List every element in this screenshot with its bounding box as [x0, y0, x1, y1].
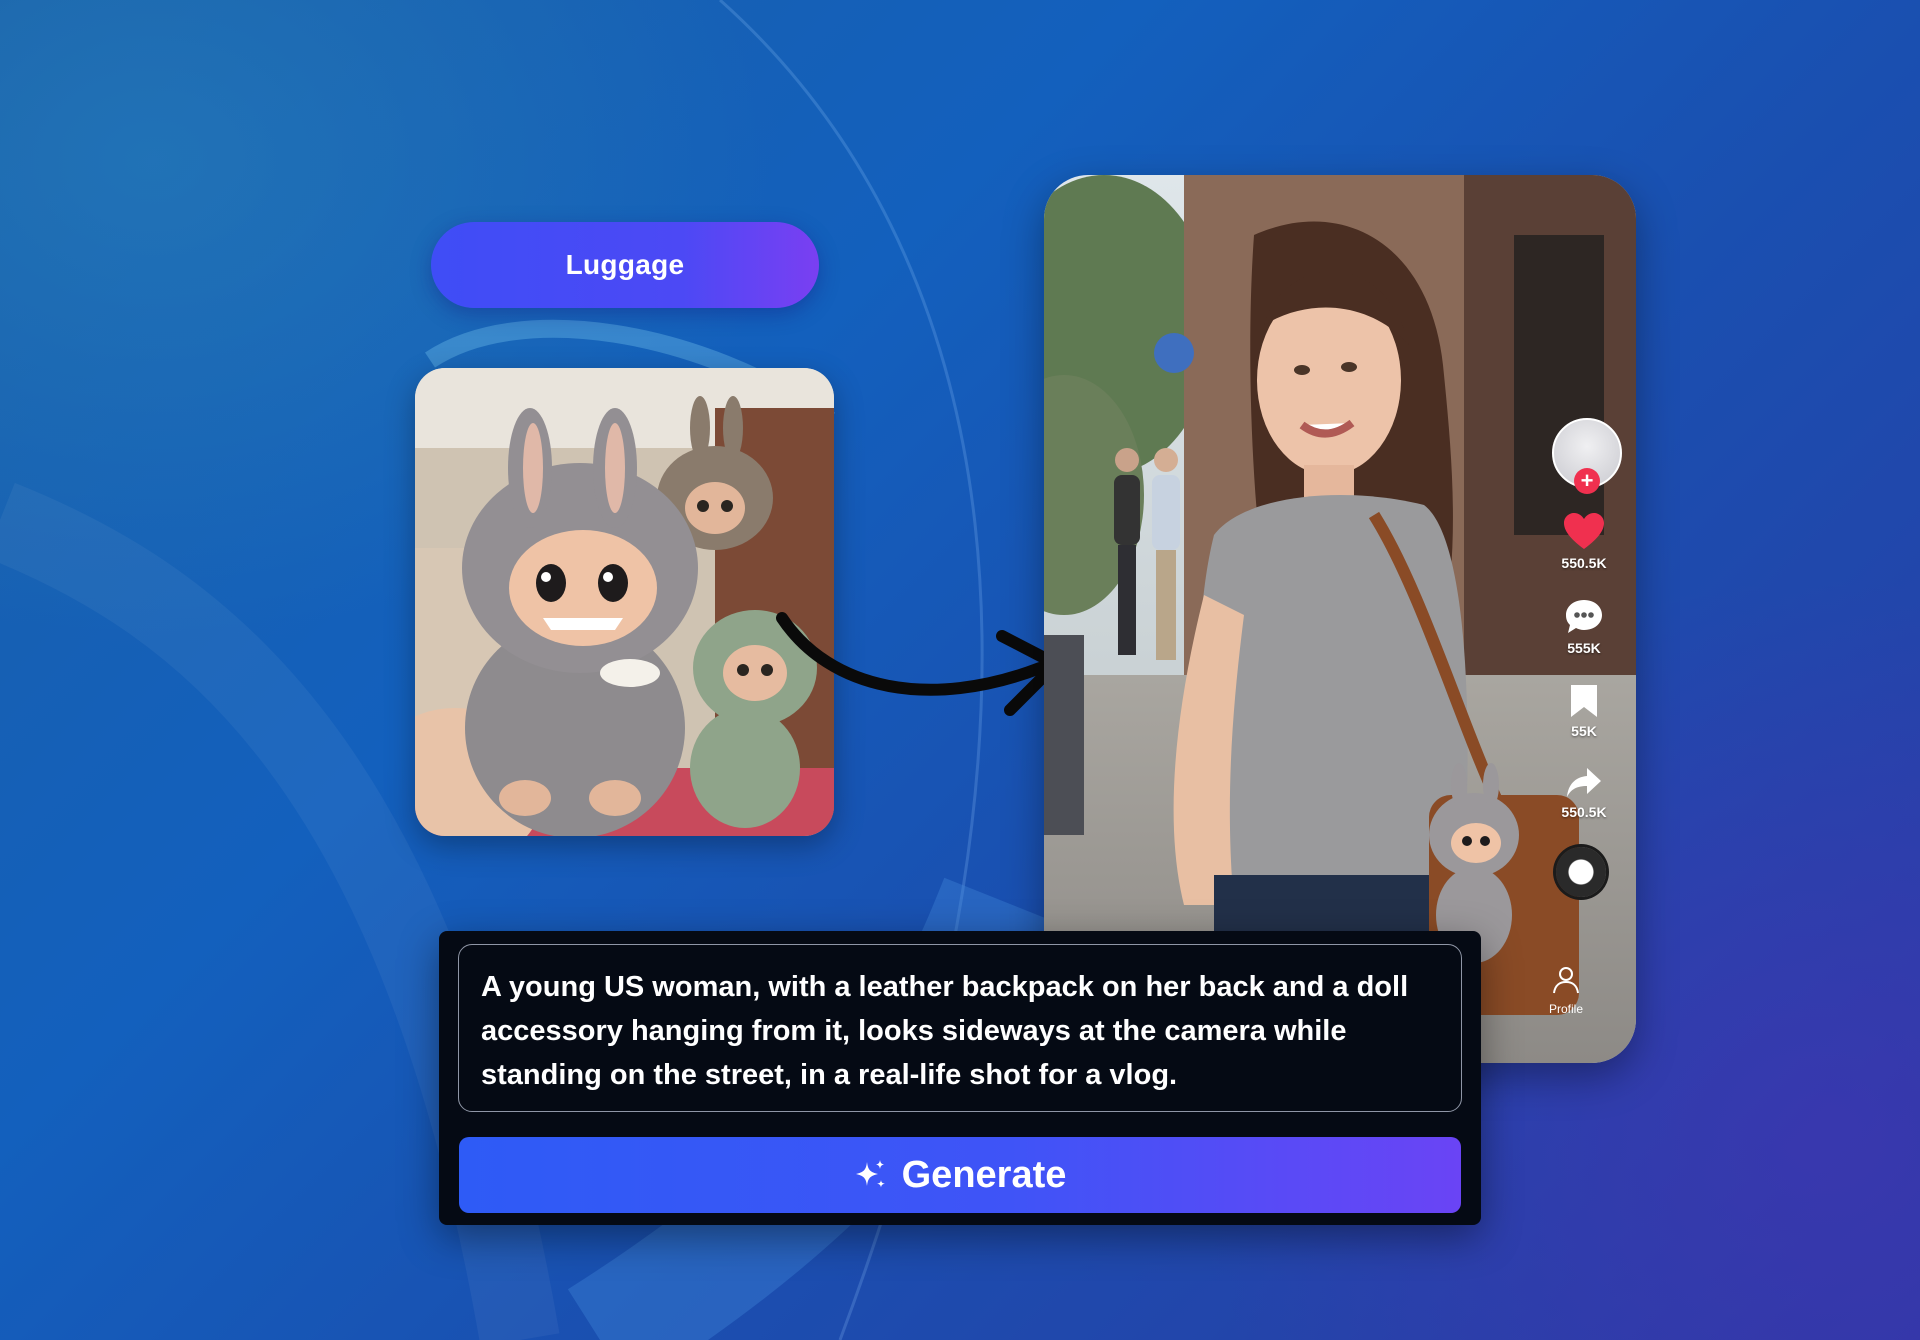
- sparkle-icon: [855, 1160, 885, 1188]
- profile-tab[interactable]: Profile: [1536, 965, 1596, 1016]
- profile-label: Profile: [1548, 1002, 1583, 1016]
- prompt-text: A young US woman, with a leather backpac…: [481, 971, 1409, 1091]
- bookmark-icon: [1571, 685, 1597, 717]
- follow-plus-icon[interactable]: +: [1574, 468, 1600, 494]
- generate-button[interactable]: Generate: [459, 1137, 1461, 1213]
- heart-icon: [1564, 513, 1604, 549]
- category-label: Luggage: [565, 249, 685, 280]
- profile-person-icon: [1553, 967, 1579, 994]
- bookmark-button[interactable]: 55K: [1544, 683, 1624, 739]
- generated-video-phone: + 550.5K 555K 55K 550.5K Profile: [1044, 175, 1636, 1063]
- like-count: 550.5K: [1561, 555, 1607, 571]
- like-button[interactable]: 550.5K: [1544, 513, 1624, 571]
- prompt-textarea[interactable]: A young US woman, with a leather backpac…: [458, 944, 1462, 1112]
- share-arrow-icon: [1567, 768, 1601, 797]
- category-pill[interactable]: Luggage: [431, 222, 819, 308]
- music-disc-icon[interactable]: [1556, 847, 1606, 897]
- share-button[interactable]: 550.5K: [1544, 766, 1624, 820]
- share-count: 550.5K: [1561, 804, 1607, 820]
- transform-arrow-icon: [776, 612, 1062, 716]
- creator-avatar-button[interactable]: +: [1552, 418, 1622, 500]
- prompt-panel: A young US woman, with a leather backpac…: [439, 931, 1481, 1225]
- generate-label: Generate: [901, 1153, 1067, 1196]
- bookmark-count: 55K: [1571, 723, 1597, 739]
- comment-count: 555K: [1567, 640, 1601, 656]
- comment-button[interactable]: 555K: [1544, 598, 1624, 656]
- comment-bubble-icon: [1566, 600, 1602, 633]
